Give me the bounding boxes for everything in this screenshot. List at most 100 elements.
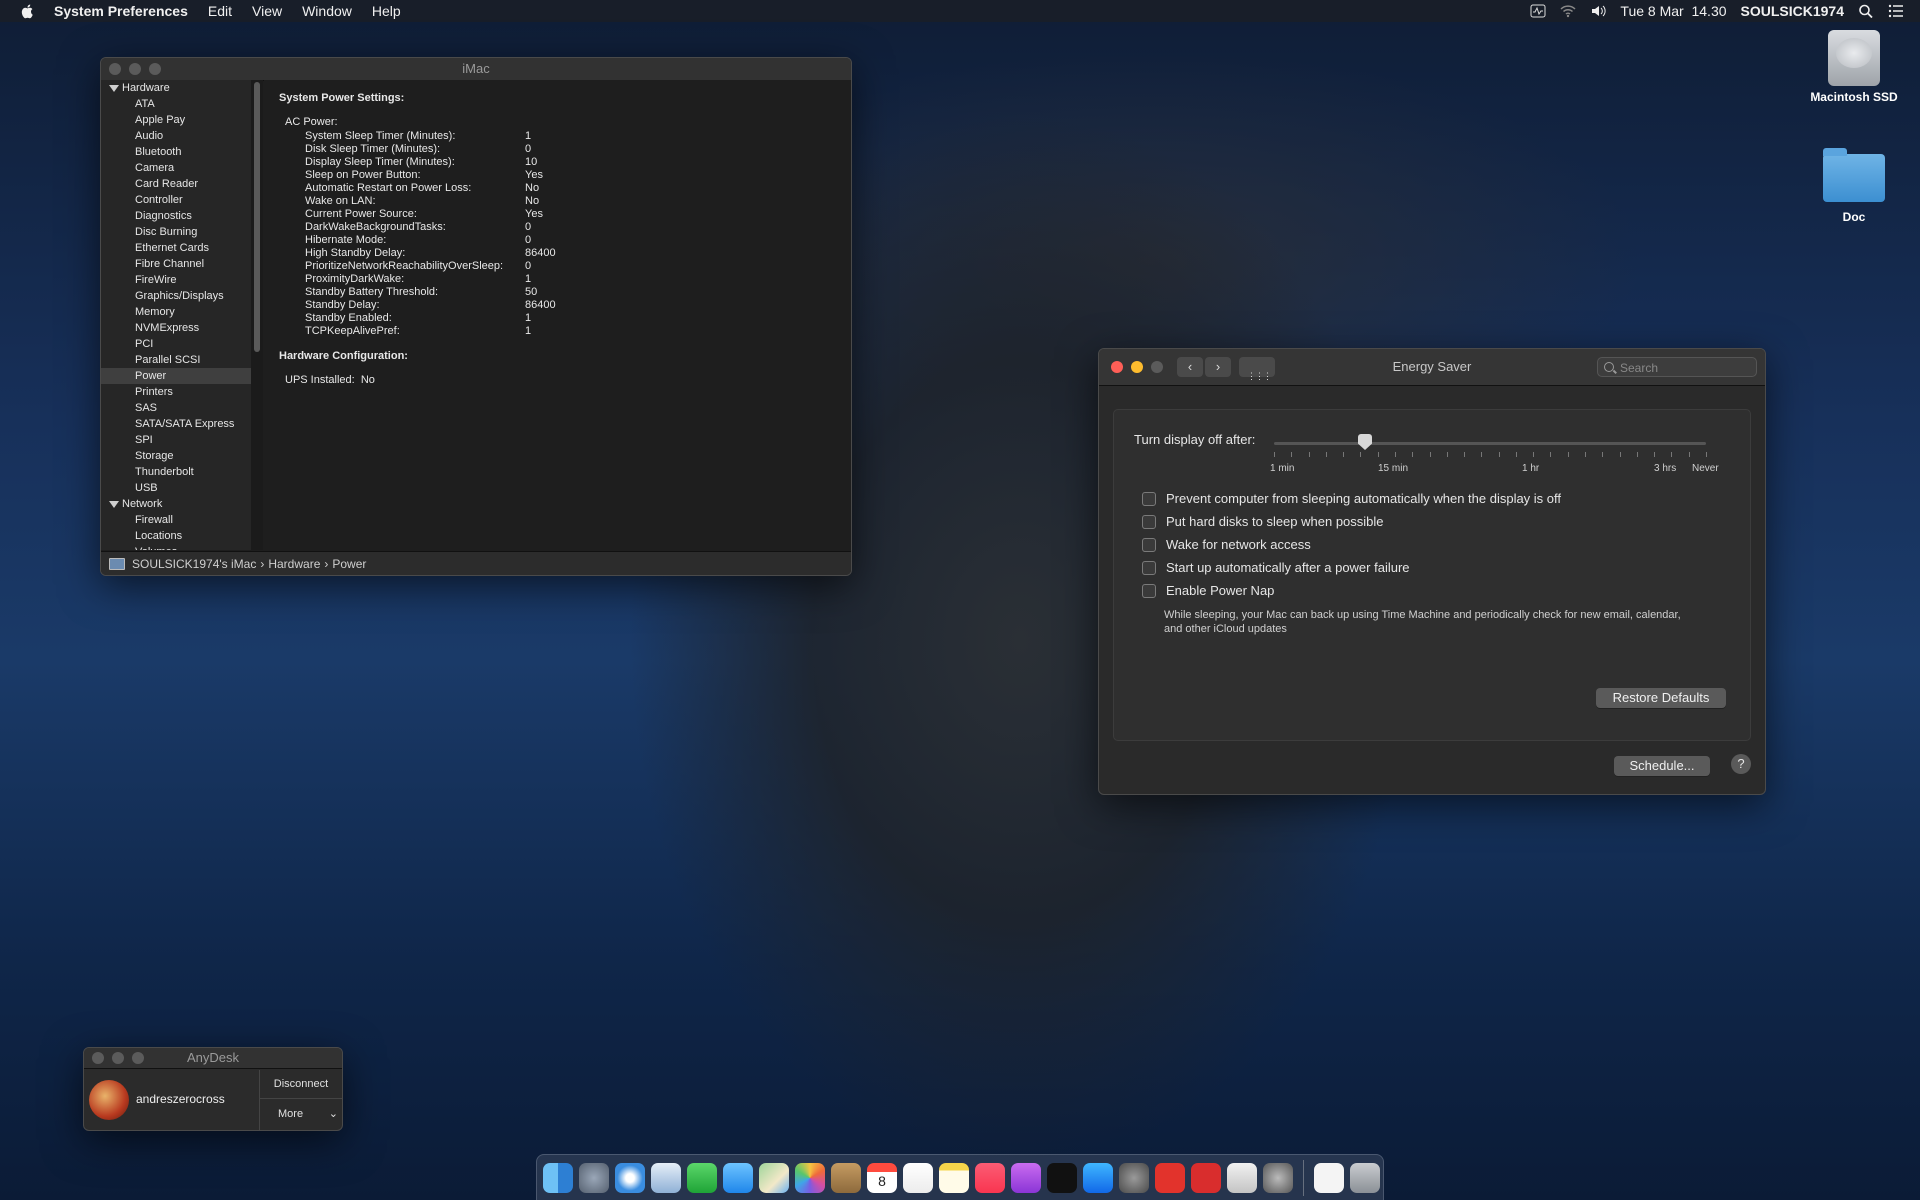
restore-defaults-button[interactable]: Restore Defaults [1596,688,1726,708]
window-titlebar[interactable]: iMac [101,58,851,81]
spotlight-search-icon[interactable] [1858,4,1874,18]
minimize-button[interactable] [129,63,141,75]
sidebar-item-power[interactable]: Power [101,368,251,384]
disclosure-triangle-icon[interactable] [109,500,119,508]
menu-window[interactable]: Window [302,3,352,19]
sidebar-item-thunderbolt[interactable]: Thunderbolt [101,464,251,480]
notification-center-icon[interactable] [1888,4,1904,18]
safari-icon[interactable] [615,1162,645,1193]
minimize-button[interactable] [1131,361,1143,373]
menu-user[interactable]: SOULSICK1974 [1741,3,1844,19]
sidebar-item-bluetooth[interactable]: Bluetooth [101,144,251,160]
disconnect-button[interactable]: Disconnect [260,1078,342,1090]
window-titlebar[interactable]: AnyDesk [84,1048,342,1069]
menu-clock[interactable]: Tue 8 Mar 14.30 [1620,3,1726,19]
sidebar-item-card-reader[interactable]: Card Reader [101,176,251,192]
option-start-after-power-failure[interactable]: Start up automatically after a power fai… [1142,560,1410,575]
sidebar-item-printers[interactable]: Printers [101,384,251,400]
option-wake-network[interactable]: Wake for network access [1142,537,1311,552]
search-field[interactable]: Search [1597,357,1757,377]
sidebar-item-parallel-scsi[interactable]: Parallel SCSI [101,352,251,368]
sidebar-item-controller[interactable]: Controller [101,192,251,208]
menu-app-name[interactable]: System Preferences [54,3,188,19]
sidebar-item-firewall[interactable]: Firewall [101,512,251,528]
sidebar-item-firewire[interactable]: FireWire [101,272,251,288]
podcasts-icon[interactable] [1011,1162,1041,1193]
menu-view[interactable]: View [252,3,282,19]
sidebar-item-locations[interactable]: Locations [101,528,251,544]
help-button[interactable]: ? [1731,754,1751,774]
apple-menu-icon[interactable] [20,3,36,19]
display-sleep-slider-thumb[interactable] [1358,434,1372,450]
photos-icon[interactable] [795,1162,825,1193]
sidebar-item-pci[interactable]: PCI [101,336,251,352]
display-sleep-slider-track[interactable] [1274,442,1706,445]
desktop-icon-doc[interactable]: Doc [1794,148,1914,224]
sidebar-item-memory[interactable]: Memory [101,304,251,320]
volume-icon[interactable] [1590,4,1607,18]
close-button[interactable] [92,1052,104,1064]
anydesk-alt-icon[interactable] [1191,1162,1221,1193]
launchpad-icon[interactable] [579,1162,609,1193]
path-hardware[interactable]: Hardware [268,552,320,576]
minimize-button[interactable] [112,1052,124,1064]
close-button[interactable] [1111,361,1123,373]
mail-icon[interactable] [651,1162,681,1193]
option-disk-sleep[interactable]: Put hard disks to sleep when possible [1142,514,1384,529]
calendar-icon[interactable]: 8 [867,1162,897,1193]
sidebar-item-volumes[interactable]: Volumes [101,544,251,550]
trash-icon[interactable] [1350,1162,1380,1193]
checkbox[interactable] [1142,583,1156,598]
facetime-icon[interactable] [687,1162,717,1193]
system-preferences-icon[interactable] [1119,1162,1149,1193]
anydesk-icon[interactable] [1155,1162,1185,1193]
wifi-icon[interactable] [1560,4,1576,18]
schedule-button[interactable]: Schedule... [1614,756,1710,776]
sidebar-item-ata[interactable]: ATA [101,96,251,112]
path-computer[interactable]: SOULSICK1974's iMac [132,552,256,576]
option-power-nap[interactable]: Enable Power Nap [1142,583,1274,598]
close-button[interactable] [109,63,121,75]
menu-help[interactable]: Help [372,3,401,19]
automator-icon[interactable] [1263,1162,1293,1193]
sidebar-item-apple-pay[interactable]: Apple Pay [101,112,251,128]
maps-icon[interactable] [759,1162,789,1193]
scrollbar-thumb[interactable] [254,82,260,352]
reminders-icon[interactable] [903,1162,933,1193]
sidebar-item-camera[interactable]: Camera [101,160,251,176]
path-power[interactable]: Power [332,552,366,576]
sidebar-item-spi[interactable]: SPI [101,432,251,448]
tv-icon[interactable] [1047,1162,1077,1193]
sidebar-scrollbar[interactable] [251,80,263,550]
sidebar-item-fibre-channel[interactable]: Fibre Channel [101,256,251,272]
zoom-button[interactable] [132,1052,144,1064]
checkbox[interactable] [1142,491,1156,506]
zoom-button[interactable] [1151,361,1163,373]
app-store-icon[interactable] [1083,1162,1113,1193]
sidebar-group-network[interactable]: Network [101,496,251,512]
finder-icon[interactable] [543,1162,573,1193]
more-button[interactable]: More ⌄ [260,1108,342,1120]
notes-icon[interactable] [939,1162,969,1193]
checkbox[interactable] [1142,537,1156,552]
sidebar-item-ethernet-cards[interactable]: Ethernet Cards [101,240,251,256]
activity-monitor-icon[interactable] [1530,4,1546,18]
music-icon[interactable] [975,1162,1005,1193]
sidebar-item-disc-burning[interactable]: Disc Burning [101,224,251,240]
sidebar-item-sas[interactable]: SAS [101,400,251,416]
zoom-button[interactable] [149,63,161,75]
desktop-icon-macintosh-ssd[interactable]: Macintosh SSD [1794,30,1914,104]
show-all-grid-button[interactable] [1239,357,1275,394]
checkbox[interactable] [1142,560,1156,575]
script-editor-icon[interactable] [1227,1162,1257,1193]
sidebar-item-diagnostics[interactable]: Diagnostics [101,208,251,224]
back-button[interactable]: ‹ [1177,357,1203,377]
sidebar-group-hardware[interactable]: Hardware [101,80,251,96]
sidebar-item-audio[interactable]: Audio [101,128,251,144]
sidebar-item-nvmexpress[interactable]: NVMExpress [101,320,251,336]
menu-edit[interactable]: Edit [208,3,232,19]
contacts-icon[interactable] [831,1162,861,1193]
disclosure-triangle-icon[interactable] [109,84,119,92]
document-icon[interactable] [1314,1162,1344,1193]
sidebar-item-storage[interactable]: Storage [101,448,251,464]
